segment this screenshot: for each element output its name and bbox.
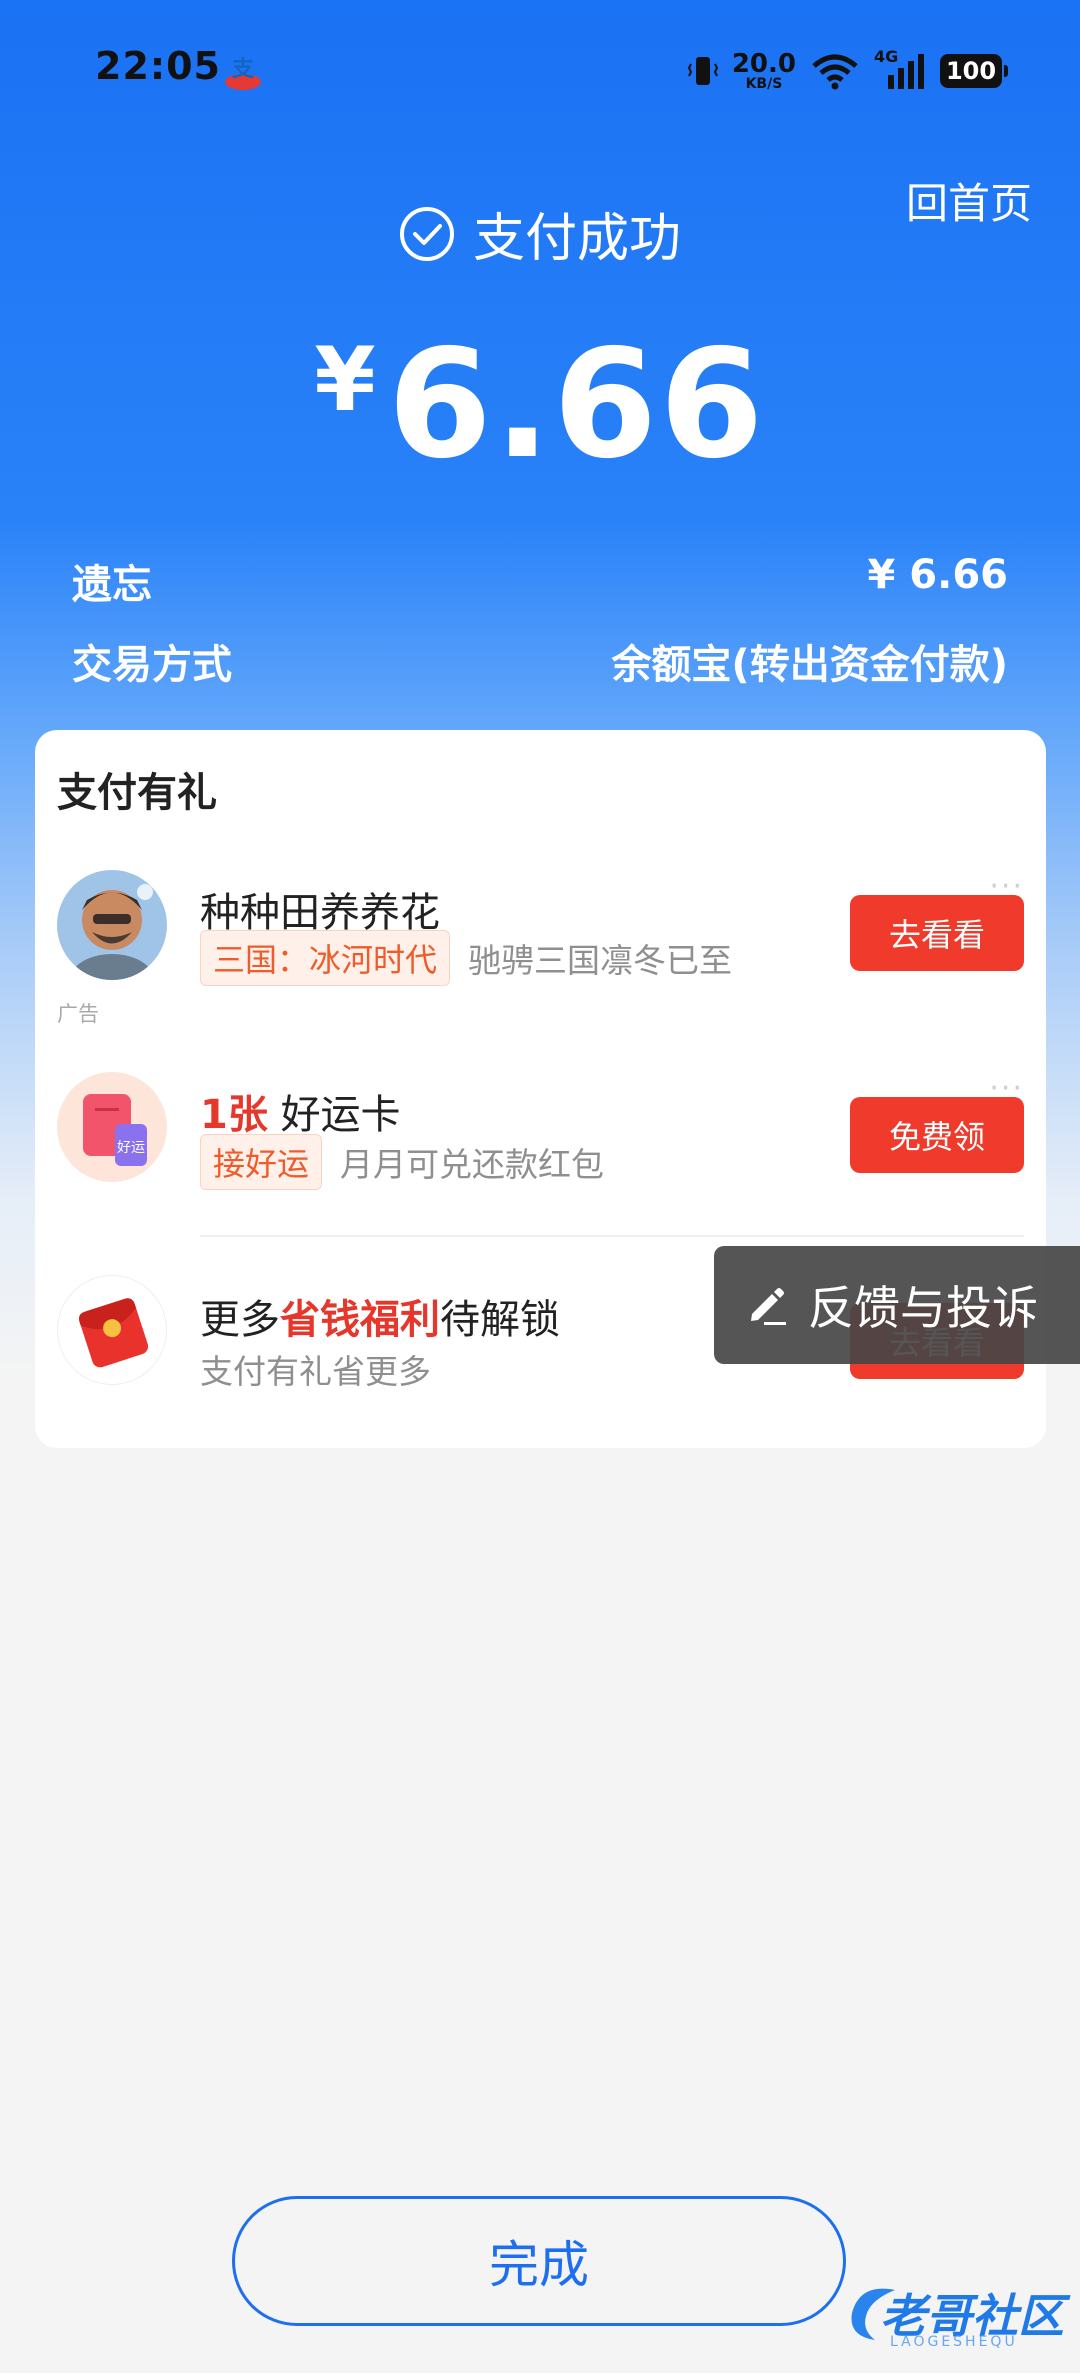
reward-item[interactable]: ··· 好运 1张 好运卡 接好运 月月可兑还款红包 免费领 <box>35 1052 1046 1202</box>
reward-item-subtitle: 三国：冰河时代 驰骋三国凛冬已至 <box>200 930 732 986</box>
ad-label: 广告 <box>57 1002 99 1026</box>
detail-value: 余额宝(转出资金付款) <box>611 642 1008 688</box>
rewards-card-title: 支付有礼 <box>57 770 217 816</box>
reward-desc: 月月可兑还款红包 <box>340 1145 605 1184</box>
reward-title-rest: 好运卡 <box>280 1092 401 1138</box>
edit-pencil-icon <box>751 1288 786 1325</box>
reward-title-suffix: 待解锁 <box>440 1297 560 1343</box>
success-check-icon <box>399 206 454 261</box>
status-bar: 22:05 支 20.0 KB/S 4G 100 <box>0 0 1080 140</box>
payment-status: 支付成功 <box>0 196 1080 271</box>
reward-tag: 三国：冰河时代 <box>200 930 451 986</box>
svg-text:支: 支 <box>232 57 255 82</box>
payment-status-text: 支付成功 <box>472 209 681 269</box>
watermark-logo: 老哥社区 LAOGESHEQU <box>840 2270 1070 2360</box>
battery-indicator: 100 <box>940 54 1008 88</box>
feedback-complaint-button[interactable]: 反馈与投诉 <box>714 1246 1080 1364</box>
reward-tag: 接好运 <box>200 1134 323 1190</box>
network-speed-unit: KB/S <box>745 76 783 92</box>
detail-row-note: 遗忘 ¥ 6.66 <box>72 552 1008 610</box>
feedback-label: 反馈与投诉 <box>808 1281 1038 1335</box>
free-claim-button[interactable]: 免费领 <box>850 1097 1024 1173</box>
done-button[interactable]: 完成 <box>232 2196 846 2326</box>
divider <box>200 1235 1024 1237</box>
status-right-group: 20.0 KB/S 4G 100 <box>687 46 1008 96</box>
reward-title-highlight: 1张 <box>200 1092 268 1138</box>
network-speed: 20.0 KB/S <box>732 51 796 91</box>
svg-text:好运: 好运 <box>117 1140 145 1156</box>
game-avatar-icon <box>57 870 167 980</box>
red-packet-card-icon: 好运 <box>57 1072 167 1182</box>
reward-item-subtitle: 接好运 月月可兑还款红包 <box>200 1134 604 1190</box>
status-time: 22:05 <box>95 44 221 88</box>
reward-desc: 驰骋三国凛冬已至 <box>468 941 733 980</box>
reward-item[interactable]: ··· 种种田养养花 三国：冰河时代 驰骋三国凛冬已至 去看看 <box>35 850 1046 1000</box>
payment-amount: ¥6.66 <box>0 318 1080 492</box>
currency-symbol: ¥ <box>314 328 376 431</box>
watermark-subtext: LAOGESHEQU <box>890 2334 1018 2350</box>
vibrate-icon <box>687 57 718 85</box>
detail-label: 交易方式 <box>72 642 232 688</box>
detail-value: ¥ 6.66 <box>867 552 1008 598</box>
network-speed-value: 20.0 <box>731 49 796 79</box>
alipay-notification-icon: 支 <box>225 57 261 90</box>
go-see-button[interactable]: 去看看 <box>850 895 1024 971</box>
reward-title-prefix: 更多 <box>200 1297 280 1343</box>
cellular-signal-icon: 4G <box>874 47 926 91</box>
detail-label: 遗忘 <box>72 562 152 608</box>
detail-row-payment-method: 交易方式 余额宝(转出资金付款) <box>72 632 1008 690</box>
wifi-icon <box>812 54 858 90</box>
red-envelope-icon <box>57 1275 167 1385</box>
reward-item-subtitle: 支付有礼省更多 <box>200 1345 431 1393</box>
reward-item-title: 更多省钱福利待解锁 <box>200 1287 560 1345</box>
reward-title-highlight: 省钱福利 <box>280 1297 440 1343</box>
amount-value: 6.66 <box>387 318 766 492</box>
reward-desc: 支付有礼省更多 <box>200 1352 431 1391</box>
reward-item-title: 1张 好运卡 <box>200 1082 401 1140</box>
